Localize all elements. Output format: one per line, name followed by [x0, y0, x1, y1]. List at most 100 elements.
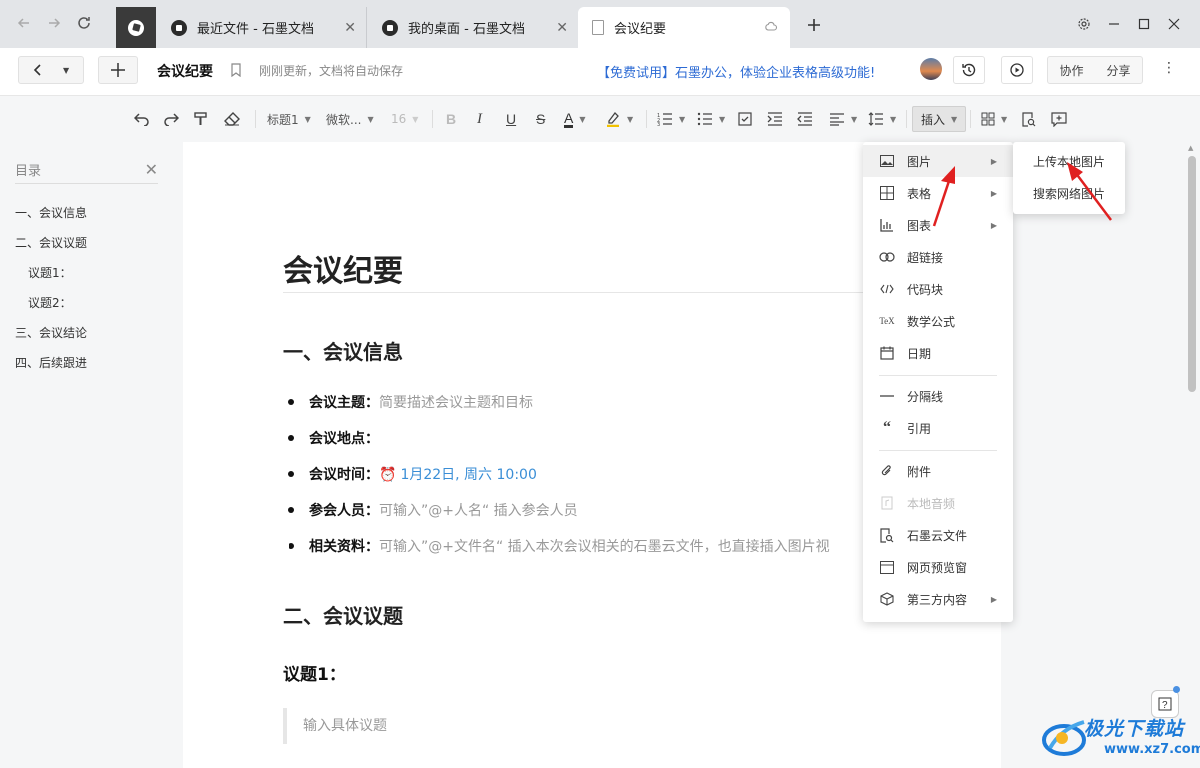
meeting-date-chip[interactable]: 1月22日, 周六 10:00: [400, 467, 536, 483]
menu-item-date[interactable]: 日期: [863, 337, 1013, 369]
document-title[interactable]: 会议纪要: [157, 61, 213, 81]
bullet-list-button[interactable]: ▼: [697, 109, 725, 129]
collaborate-button[interactable]: 协作: [1059, 62, 1083, 79]
clear-format-eraser-icon[interactable]: [224, 109, 240, 129]
presentation-button[interactable]: [1001, 56, 1033, 84]
menu-item-chart[interactable]: 图表 ▶: [863, 209, 1013, 241]
list-item[interactable]: 会议地点：: [288, 428, 379, 448]
align-left-icon: [830, 113, 844, 126]
tab-meeting-notes[interactable]: 会议纪要: [578, 7, 790, 48]
indent-increase-icon[interactable]: [767, 109, 783, 129]
maximize-icon[interactable]: [1134, 14, 1154, 34]
section-heading[interactable]: 一、会议信息: [283, 336, 403, 365]
subsection-heading[interactable]: 议题1：: [283, 660, 346, 685]
format-painter-icon[interactable]: [194, 109, 208, 129]
tab-recent-files[interactable]: 最近文件 - 石墨文档 ✕: [157, 7, 367, 48]
back-menu-button[interactable]: ▼: [18, 56, 84, 84]
strikethrough-icon[interactable]: S: [536, 109, 545, 129]
close-tab-icon[interactable]: ✕: [556, 20, 568, 36]
menu-item-image[interactable]: 图片 ▶: [863, 145, 1013, 177]
field-label: 会议主题：: [309, 395, 379, 411]
menu-item-label: 石墨云文件: [907, 528, 968, 543]
toc-item[interactable]: 四、后续跟进: [15, 354, 87, 371]
close-tab-icon[interactable]: ✕: [344, 20, 356, 36]
vertical-scrollbar[interactable]: ▲: [1184, 142, 1200, 768]
collab-share-group: 协作 分享: [1047, 56, 1143, 84]
menu-item-table[interactable]: 表格 ▶: [863, 177, 1013, 209]
scrollbar-thumb[interactable]: [1188, 156, 1196, 392]
quote-block[interactable]: 输入具体议题: [283, 708, 387, 744]
font-family-dropdown[interactable]: 微软... ▼: [326, 109, 374, 129]
table-of-contents-panel: 目录 ✕ 一、会议信息 二、会议议题 议题1： 议题2： 三、会议结论 四、后续…: [0, 142, 170, 768]
section-heading[interactable]: 二、会议议题: [283, 600, 403, 629]
app-home-tab[interactable]: [116, 7, 156, 48]
minimize-icon[interactable]: [1104, 14, 1124, 34]
new-tab-plus-icon[interactable]: [803, 14, 825, 36]
list-item[interactable]: 参会人员：可输入”@+人名“ 插入参会人员: [288, 500, 578, 520]
link-icon: [879, 249, 895, 265]
find-in-doc-icon[interactable]: [1021, 109, 1036, 129]
share-button[interactable]: 分享: [1106, 62, 1130, 79]
tab-my-desktop[interactable]: 我的桌面 - 石墨文档 ✕: [368, 7, 578, 48]
menu-item-math-formula[interactable]: TeX 数学公式: [863, 305, 1013, 337]
shimo-logo-icon: [171, 19, 187, 36]
heading-style-dropdown[interactable]: 标题1 ▼: [267, 109, 311, 129]
close-icon[interactable]: ✕: [145, 160, 158, 179]
formatting-toolbar: 标题1 ▼ 微软... ▼ 16 ▼ B I U S A ▼ ▼ 1 2 3 ▼ ▼ ▼ ▼ …: [0, 96, 1200, 142]
menu-divider: [879, 450, 997, 451]
menu-item-quote[interactable]: “ 引用: [863, 412, 1013, 444]
redo-icon[interactable]: [163, 109, 179, 129]
menu-item-label: 第三方内容: [907, 592, 968, 607]
history-button[interactable]: [953, 56, 985, 84]
add-comment-icon[interactable]: [1051, 109, 1067, 129]
line-spacing-button[interactable]: ▼: [868, 109, 896, 129]
bold-icon[interactable]: B: [446, 109, 456, 129]
menu-item-divider-line[interactable]: 分隔线: [863, 380, 1013, 412]
font-color-button[interactable]: A ▼: [564, 109, 586, 129]
chevron-right-icon: ▶: [990, 594, 997, 604]
toc-item[interactable]: 议题1：: [28, 264, 72, 281]
new-document-button[interactable]: [98, 56, 138, 84]
menu-item-shimo-cloud-file[interactable]: 石墨云文件: [863, 519, 1013, 551]
forward-arrow-icon[interactable]: [43, 12, 65, 34]
scroll-up-arrow-icon[interactable]: ▲: [1188, 144, 1193, 152]
ordered-list-button[interactable]: 1 2 3 ▼: [657, 109, 685, 129]
menu-item-third-party[interactable]: 第三方内容 ▶: [863, 583, 1013, 615]
more-options-icon[interactable]: ⋮: [1162, 60, 1176, 76]
list-item[interactable]: 相关资料：可输入”@+文件名“ 插入本次会议相关的石墨云文件，也直接插入图片视: [289, 536, 863, 556]
italic-icon[interactable]: I: [477, 109, 482, 129]
document-header: ▼ 会议纪要 刚刚更新，文档将自动保存 【免费试用】石墨办公，体验企业表格高级功…: [0, 48, 1200, 96]
undo-icon[interactable]: [134, 109, 150, 129]
highlight-color-button[interactable]: ▼: [605, 109, 633, 129]
upload-local-image-item[interactable]: 上传本地图片: [1033, 153, 1105, 170]
toolbar-divider: [970, 110, 971, 128]
refresh-icon[interactable]: [73, 12, 95, 34]
toc-item[interactable]: 议题2：: [28, 294, 72, 311]
bookmark-icon[interactable]: [231, 63, 241, 77]
back-arrow-icon[interactable]: [13, 12, 35, 34]
menu-item-code-block[interactable]: 代码块: [863, 273, 1013, 305]
insert-menu-button[interactable]: 插入 ▼: [912, 106, 967, 132]
document-heading[interactable]: 会议纪要: [283, 246, 403, 290]
search-web-image-item[interactable]: 搜索网络图片: [1033, 185, 1105, 202]
menu-item-web-preview[interactable]: 网页预览窗: [863, 551, 1013, 583]
toc-item[interactable]: 一、会议信息: [15, 204, 87, 221]
font-size-dropdown[interactable]: 16 ▼: [391, 109, 418, 129]
avatar[interactable]: [920, 58, 942, 80]
toc-item[interactable]: 二、会议议题: [15, 234, 87, 251]
settings-gear-icon[interactable]: [1074, 14, 1094, 34]
close-window-icon[interactable]: [1164, 14, 1184, 34]
layout-grid-button[interactable]: ▼: [981, 109, 1007, 129]
list-item[interactable]: 会议主题：简要描述会议主题和目标: [288, 392, 533, 412]
menu-item-attachment[interactable]: 附件: [863, 455, 1013, 487]
caret-down-icon: ▼: [579, 114, 586, 124]
indent-decrease-icon[interactable]: [797, 109, 813, 129]
align-button[interactable]: ▼: [829, 109, 857, 129]
underline-icon[interactable]: U: [506, 109, 516, 129]
toc-item[interactable]: 三、会议结论: [15, 324, 87, 341]
plus-icon: [111, 63, 125, 77]
menu-item-hyperlink[interactable]: 超链接: [863, 241, 1013, 273]
promo-banner-link[interactable]: 【免费试用】石墨办公，体验企业表格高级功能!: [597, 62, 875, 81]
list-item[interactable]: 会议时间：⏰ 1月22日, 周六 10:00: [288, 464, 537, 484]
checklist-icon[interactable]: [738, 109, 752, 129]
